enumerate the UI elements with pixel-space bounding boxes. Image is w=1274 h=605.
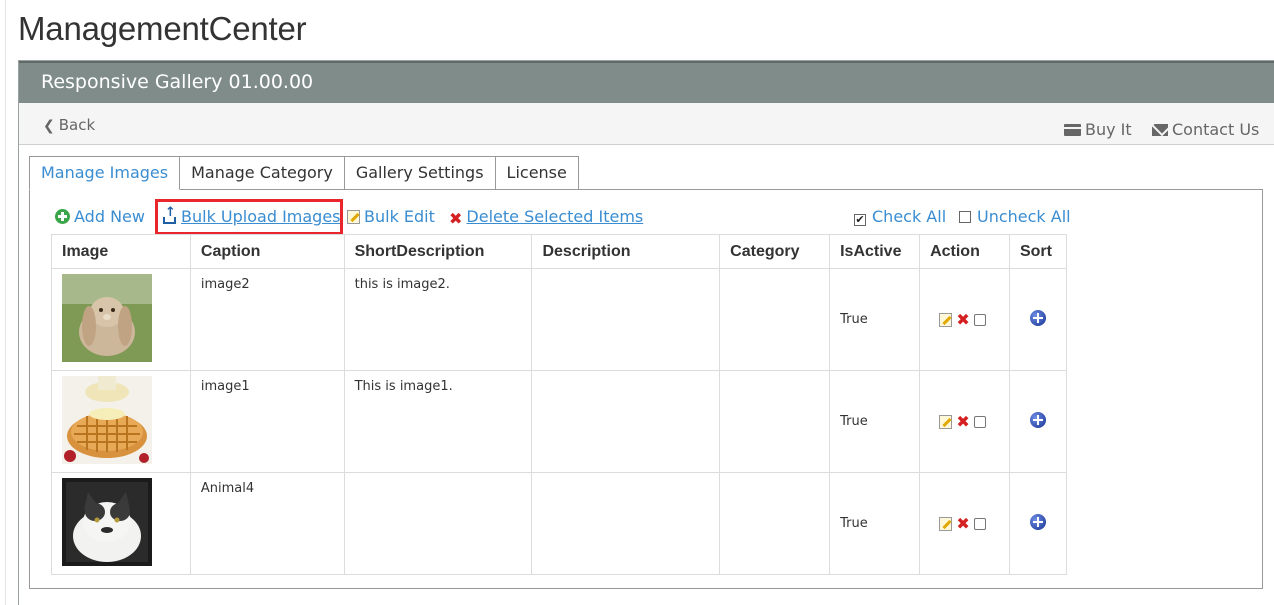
contact-us-label: Contact Us	[1172, 120, 1260, 139]
edit-icon[interactable]	[939, 516, 953, 531]
tab-bar: Manage Images Manage Category Gallery Se…	[29, 156, 579, 190]
col-short-description: ShortDescription	[343, 234, 533, 269]
delete-icon: ✖	[449, 209, 463, 228]
uncheck-all-label: Uncheck All	[977, 207, 1071, 226]
credit-card-icon	[1064, 124, 1081, 136]
delete-icon[interactable]: ✖	[956, 310, 969, 329]
delete-icon[interactable]: ✖	[956, 412, 969, 431]
highlight-annotation	[155, 199, 343, 235]
short-description-cell: This is image1.	[343, 370, 533, 473]
buy-it-link[interactable]: Buy It	[1064, 120, 1132, 139]
col-action: Action	[919, 234, 1010, 269]
table-header-row: Image Caption ShortDescription Descripti…	[51, 234, 1068, 269]
waffle-thumbnail[interactable]	[62, 376, 152, 464]
app-title: ManagementCenter	[18, 10, 307, 47]
checked-box-icon: ✔	[854, 213, 866, 226]
action-cell: ✖	[919, 472, 1010, 575]
delete-icon[interactable]: ✖	[956, 514, 969, 533]
table-row: Animal4 True ✖	[51, 472, 1068, 575]
action-cell: ✖	[919, 370, 1010, 473]
delete-selected-label: Delete Selected Items	[466, 207, 644, 226]
tab-license[interactable]: License	[495, 156, 579, 190]
caption-cell: image2	[189, 268, 345, 371]
short-description-cell: this is image2.	[343, 268, 533, 371]
row-checkbox[interactable]	[973, 517, 986, 530]
caption-cell: image1	[189, 370, 345, 473]
table-row: image2 this is image2. True ✖	[51, 268, 1068, 371]
add-new-label: Add New	[74, 207, 145, 226]
col-sort: Sort	[1008, 234, 1068, 269]
edit-icon	[347, 210, 360, 224]
back-link[interactable]: ❮ Back	[43, 116, 95, 134]
envelope-icon	[1152, 124, 1168, 136]
description-cell	[531, 370, 721, 473]
uncheck-all-button[interactable]: Uncheck All	[959, 207, 1071, 226]
check-all-button[interactable]: ✔ Check All	[854, 207, 946, 226]
isactive-cell: True	[829, 370, 921, 473]
left-rule	[5, 0, 6, 605]
action-cell: ✖	[919, 268, 1010, 371]
sort-cell	[1008, 472, 1068, 575]
module-title: Responsive Gallery 01.00.00	[19, 61, 1274, 103]
col-caption: Caption	[189, 234, 345, 269]
edit-icon[interactable]	[939, 414, 953, 429]
col-isactive: IsActive	[829, 234, 921, 269]
image-cell	[51, 370, 191, 473]
isactive-cell: True	[829, 268, 921, 371]
tab-manage-category[interactable]: Manage Category	[180, 156, 345, 190]
sort-cell	[1008, 268, 1068, 371]
edit-icon[interactable]	[939, 312, 953, 327]
category-cell	[719, 268, 831, 371]
isactive-cell: True	[829, 472, 921, 575]
contact-us-link[interactable]: Contact Us	[1152, 120, 1259, 139]
images-table: Image Caption ShortDescription Descripti…	[51, 234, 1068, 575]
image-cell	[51, 472, 191, 575]
category-cell	[719, 370, 831, 473]
back-label: Back	[58, 116, 96, 134]
description-cell	[531, 472, 721, 575]
chevron-left-icon: ❮	[43, 118, 55, 134]
col-category: Category	[719, 234, 831, 269]
short-description-cell	[343, 472, 533, 575]
empty-box-icon	[959, 211, 971, 223]
sort-icon[interactable]	[1029, 513, 1046, 530]
toolbar: ❮ Back Buy It Contact Us	[19, 103, 1274, 145]
buy-it-label: Buy It	[1085, 120, 1132, 139]
sort-cell	[1008, 370, 1068, 473]
image-cell	[51, 268, 191, 371]
description-cell	[531, 268, 721, 371]
table-row: image1 This is image1. True ✖	[51, 370, 1068, 473]
bulk-edit-label: Bulk Edit	[364, 207, 435, 226]
sort-icon[interactable]	[1029, 411, 1046, 428]
col-image: Image	[51, 234, 191, 269]
add-new-button[interactable]: Add New	[55, 207, 145, 226]
add-icon	[55, 209, 70, 224]
bulk-edit-button[interactable]: Bulk Edit	[347, 207, 435, 226]
sort-icon[interactable]	[1029, 309, 1046, 326]
delete-selected-button[interactable]: ✖ Delete Selected Items	[449, 207, 643, 228]
row-checkbox[interactable]	[973, 313, 986, 326]
caption-cell: Animal4	[189, 472, 345, 575]
tab-manage-images[interactable]: Manage Images	[29, 156, 181, 190]
category-cell	[719, 472, 831, 575]
row-checkbox[interactable]	[973, 415, 986, 428]
cat-thumbnail[interactable]	[62, 478, 152, 566]
tab-gallery-settings[interactable]: Gallery Settings	[344, 156, 496, 190]
col-description: Description	[531, 234, 721, 269]
check-all-label: Check All	[872, 207, 947, 226]
rabbit-thumbnail[interactable]	[62, 274, 152, 362]
